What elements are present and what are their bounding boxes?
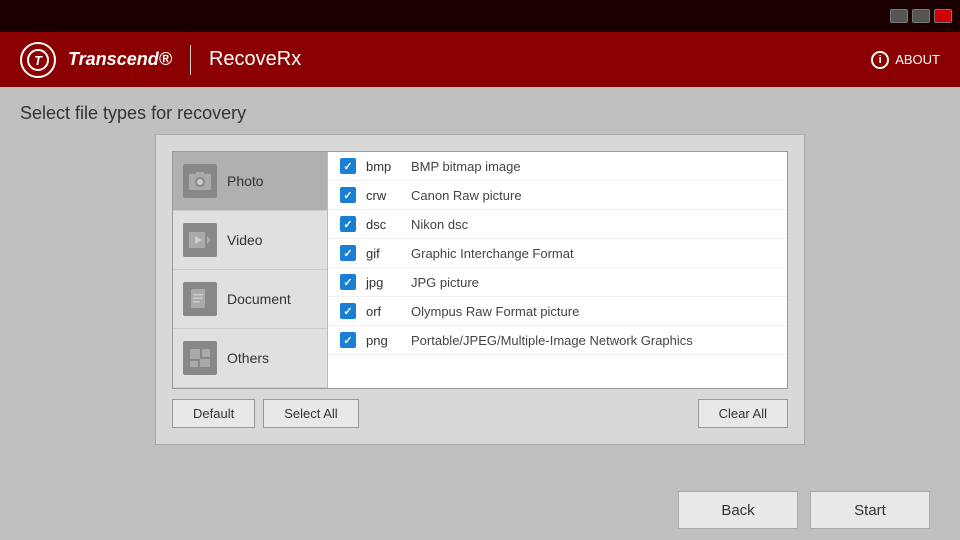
file-ext-gif: gif <box>366 246 401 261</box>
about-button[interactable]: i ABOUT <box>871 51 940 69</box>
category-photo-label: Photo <box>227 173 264 189</box>
file-desc-crw: Canon Raw picture <box>411 188 522 203</box>
file-item: dsc Nikon dsc <box>328 210 787 239</box>
file-item: png Portable/JPEG/Multiple-Image Network … <box>328 326 787 355</box>
category-item-others[interactable]: Others <box>173 329 327 388</box>
main-content: Photo Video <box>0 134 960 445</box>
file-checkbox-png[interactable] <box>340 332 356 348</box>
file-desc-png: Portable/JPEG/Multiple-Image Network Gra… <box>411 333 693 348</box>
file-desc-jpg: JPG picture <box>411 275 479 290</box>
file-checkbox-crw[interactable] <box>340 187 356 203</box>
file-item: crw Canon Raw picture <box>328 181 787 210</box>
close-button[interactable] <box>934 9 952 23</box>
file-desc-bmp: BMP bitmap image <box>411 159 521 174</box>
file-checkbox-gif[interactable] <box>340 245 356 261</box>
default-button[interactable]: Default <box>172 399 255 428</box>
maximize-button[interactable] <box>912 9 930 23</box>
titlebar-controls <box>890 9 952 23</box>
brand-name: Transcend® <box>68 49 172 70</box>
file-checkbox-orf[interactable] <box>340 303 356 319</box>
panel-inner: Photo Video <box>172 151 788 389</box>
page-title-area: Select file types for recovery <box>0 87 960 134</box>
start-button[interactable]: Start <box>810 491 930 529</box>
file-desc-orf: Olympus Raw Format picture <box>411 304 579 319</box>
file-list-area: bmp BMP bitmap image crw Canon Raw picture d… <box>328 152 787 362</box>
back-button[interactable]: Back <box>678 491 798 529</box>
file-item: orf Olympus Raw Format picture <box>328 297 787 326</box>
logo-area: T Transcend® RecoveRx <box>20 42 301 78</box>
file-checkbox-jpg[interactable] <box>340 274 356 290</box>
category-others-label: Others <box>227 350 269 366</box>
titlebar <box>0 0 960 32</box>
file-ext-jpg: jpg <box>366 275 401 290</box>
document-icon <box>183 282 217 316</box>
photo-icon <box>183 164 217 198</box>
file-checkbox-dsc[interactable] <box>340 216 356 232</box>
about-icon: i <box>871 51 889 69</box>
about-label: ABOUT <box>895 52 940 67</box>
panel: Photo Video <box>155 134 805 445</box>
category-list: Photo Video <box>173 152 328 388</box>
category-document-label: Document <box>227 291 291 307</box>
video-icon <box>183 223 217 257</box>
select-all-button[interactable]: Select All <box>263 399 358 428</box>
file-item: bmp BMP bitmap image <box>328 152 787 181</box>
app-name: RecoveRx <box>209 48 301 71</box>
file-desc-gif: Graphic Interchange Format <box>411 246 574 261</box>
others-icon <box>183 341 217 375</box>
clear-all-button[interactable]: Clear All <box>698 399 788 428</box>
app-header: T Transcend® RecoveRx i ABOUT <box>0 32 960 87</box>
page-title: Select file types for recovery <box>20 103 246 123</box>
logo-divider <box>190 45 191 75</box>
file-ext-orf: orf <box>366 304 401 319</box>
file-item: gif Graphic Interchange Format <box>328 239 787 268</box>
category-item-photo[interactable]: Photo <box>173 152 327 211</box>
button-row: Default Select All Clear All <box>172 399 788 428</box>
file-ext-png: png <box>366 333 401 348</box>
file-ext-crw: crw <box>366 188 401 203</box>
file-ext-bmp: bmp <box>366 159 401 174</box>
svg-text:T: T <box>34 53 43 68</box>
file-item: jpg JPG picture <box>328 268 787 297</box>
btn-left-group: Default Select All <box>172 399 359 428</box>
category-item-document[interactable]: Document <box>173 270 327 329</box>
file-ext-dsc: dsc <box>366 217 401 232</box>
file-desc-dsc: Nikon dsc <box>411 217 468 232</box>
category-video-label: Video <box>227 232 263 248</box>
bottom-nav: Back Start <box>0 480 960 540</box>
minimize-button[interactable] <box>890 9 908 23</box>
file-checkbox-bmp[interactable] <box>340 158 356 174</box>
logo-icon: T <box>20 42 56 78</box>
category-item-video[interactable]: Video <box>173 211 327 270</box>
